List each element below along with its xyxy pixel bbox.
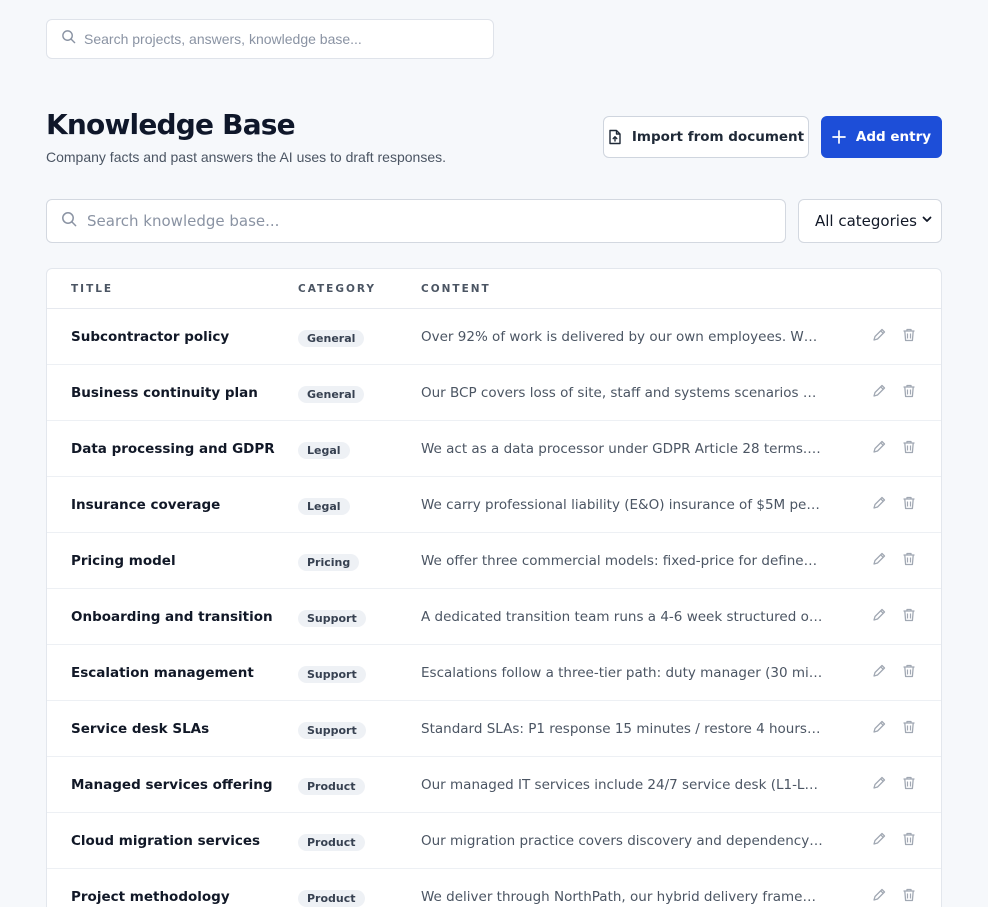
search-icon [61,211,77,232]
edit-icon[interactable] [869,717,889,737]
global-search-input[interactable] [84,31,484,47]
plus-icon [832,130,846,144]
trash-icon[interactable] [899,829,919,849]
entry-content: We act as a data processor under GDPR Ar… [421,441,823,457]
category-badge: Product [298,834,365,851]
trash-icon[interactable] [899,325,919,345]
table-row[interactable]: Project methodology Product We deliver t… [47,869,941,907]
knowledge-base-search-input[interactable] [87,212,767,230]
trash-icon[interactable] [899,549,919,569]
entry-content: Our BCP covers loss of site, staff and s… [421,385,823,401]
entry-title: Business continuity plan [71,385,258,401]
table-row[interactable]: Escalation management Support Escalation… [47,645,941,701]
entry-content: Over 92% of work is delivered by our own… [421,329,823,345]
table-row[interactable]: Service desk SLAs Support Standard SLAs:… [47,701,941,757]
edit-icon[interactable] [869,437,889,457]
entry-title: Subcontractor policy [71,329,230,345]
table-row[interactable]: Subcontractor policy General Over 92% of… [47,309,941,365]
column-header-category: CATEGORY [298,283,377,295]
table-row[interactable]: Insurance coverage Legal We carry profes… [47,477,941,533]
trash-icon[interactable] [899,717,919,737]
category-badge: General [298,330,365,347]
trash-icon[interactable] [899,661,919,681]
category-badge: Support [298,666,366,683]
entry-title: Pricing model [71,553,176,569]
add-entry-button[interactable]: Add entry [821,116,942,158]
category-badge: Product [298,778,365,795]
entry-title: Data processing and GDPR [71,441,275,457]
category-badge: Support [298,610,366,627]
entry-content: We offer three commercial models: fixed-… [421,553,823,569]
column-header-title: TITLE [71,283,114,295]
edit-icon[interactable] [869,325,889,345]
category-select[interactable]: All categories [798,199,942,243]
search-icon [61,29,76,49]
category-badge: Support [298,722,366,739]
table-row[interactable]: Business continuity plan General Our BCP… [47,365,941,421]
page-subtitle: Company facts and past answers the AI us… [46,149,446,165]
edit-icon[interactable] [869,549,889,569]
edit-icon[interactable] [869,773,889,793]
import-from-document-button[interactable]: Import from document [603,116,809,158]
knowledge-base-table: TITLE CATEGORY CONTENT Subcontractor pol… [46,268,942,907]
category-badge: Legal [298,498,350,515]
entry-content: Our migration practice covers discovery … [421,833,823,849]
entry-title: Cloud migration services [71,833,261,849]
table-row[interactable]: Pricing model Pricing We offer three com… [47,533,941,589]
entry-content: We deliver through NorthPath, our hybrid… [421,889,823,905]
edit-icon[interactable] [869,493,889,513]
entry-content: Our managed IT services include 24/7 ser… [421,777,823,793]
table-row[interactable]: Managed services offering Product Our ma… [47,757,941,813]
category-badge: General [298,386,365,403]
import-label: Import from document [631,129,805,145]
entry-content: Escalations follow a three-tier path: du… [421,665,823,681]
trash-icon[interactable] [899,885,919,905]
file-upload-icon [608,129,622,145]
entry-content: A dedicated transition team runs a 4-6 w… [421,609,823,625]
category-badge: Pricing [298,554,360,571]
edit-icon[interactable] [869,829,889,849]
page-title: Knowledge Base [46,108,296,141]
edit-icon[interactable] [869,885,889,905]
edit-icon[interactable] [869,605,889,625]
entry-title: Managed services offering [71,777,273,793]
table-body: Subcontractor policy General Over 92% of… [47,309,941,907]
chevron-down-icon [921,212,933,230]
table-row[interactable]: Cloud migration services Product Our mig… [47,813,941,869]
entry-title: Project methodology [71,889,230,905]
edit-icon[interactable] [869,661,889,681]
global-search[interactable] [46,19,494,59]
category-badge: Legal [298,442,350,459]
trash-icon[interactable] [899,605,919,625]
category-badge: Product [298,890,365,907]
column-header-content: CONTENT [421,283,491,295]
trash-icon[interactable] [899,493,919,513]
entry-content: We carry professional liability (E&O) in… [421,497,823,513]
entry-title: Escalation management [71,665,254,681]
knowledge-base-search[interactable] [46,199,786,243]
add-entry-label: Add entry [855,129,932,145]
category-select-value: All categories [815,212,917,230]
trash-icon[interactable] [899,773,919,793]
trash-icon[interactable] [899,437,919,457]
edit-icon[interactable] [869,381,889,401]
table-row[interactable]: Onboarding and transition Support A dedi… [47,589,941,645]
table-row[interactable]: Data processing and GDPR Legal We act as… [47,421,941,477]
entry-content: Standard SLAs: P1 response 15 minutes / … [421,721,823,737]
entry-title: Onboarding and transition [71,609,273,625]
table-header: TITLE CATEGORY CONTENT [47,269,941,309]
entry-title: Service desk SLAs [71,721,210,737]
trash-icon[interactable] [899,381,919,401]
entry-title: Insurance coverage [71,497,221,513]
